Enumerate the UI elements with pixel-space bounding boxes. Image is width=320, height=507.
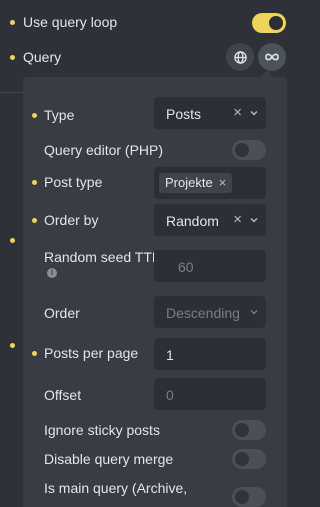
set-indicator-dot [10, 55, 15, 60]
order-select[interactable]: Descending [154, 296, 266, 328]
offset-placeholder: 0 [166, 387, 174, 403]
set-indicator-dot [32, 351, 37, 356]
disable-merge-label: Disable query merge [44, 451, 174, 467]
divider [0, 92, 23, 93]
is-main-query-toggle[interactable] [232, 487, 266, 507]
is-main-query-label: Is main query (Archive, [44, 480, 188, 496]
query-label: Query [23, 49, 62, 65]
random-seed-label: Random seed TTL [44, 249, 160, 265]
posts-per-page-value: 1 [166, 347, 174, 363]
type-select[interactable]: Posts × [154, 97, 266, 129]
ignore-sticky-label: Ignore sticky posts [44, 422, 160, 438]
globe-button[interactable] [226, 43, 254, 71]
type-value: Posts [166, 106, 202, 122]
offset-label: Offset [44, 387, 82, 403]
globe-icon [233, 50, 247, 64]
order-by-value: Random [166, 213, 219, 229]
query-settings-button[interactable] [258, 43, 286, 71]
disable-merge-toggle[interactable] [232, 449, 266, 469]
set-indicator-dot [10, 238, 15, 243]
infinity-icon [265, 53, 279, 61]
set-indicator-dot [32, 218, 37, 223]
order-by-select[interactable]: Random × [154, 204, 266, 236]
clear-icon[interactable]: × [233, 104, 242, 121]
ignore-sticky-toggle[interactable] [232, 420, 266, 440]
toggle-knob [269, 16, 283, 30]
set-indicator-dot [10, 20, 15, 25]
post-type-select[interactable]: Projekte × [154, 167, 266, 199]
info-icon[interactable]: i [47, 268, 57, 278]
use-query-loop-label: Use query loop [23, 14, 118, 30]
clear-icon[interactable]: × [233, 211, 242, 228]
query-editor-label: Query editor (PHP) [44, 142, 164, 158]
query-editor-toggle[interactable] [232, 140, 266, 160]
post-type-tag-label: Projekte [165, 175, 213, 190]
order-by-label: Order by [44, 212, 99, 228]
random-seed-input[interactable]: 60 [154, 250, 266, 282]
use-query-loop-toggle[interactable] [252, 13, 286, 33]
remove-tag-icon[interactable]: × [219, 175, 227, 190]
toggle-knob [235, 452, 249, 466]
set-indicator-dot [10, 343, 15, 348]
chevron-down-icon [250, 111, 258, 116]
posts-per-page-input[interactable]: 1 [154, 338, 266, 370]
posts-per-page-label: Posts per page [44, 345, 139, 361]
random-seed-placeholder: 60 [178, 259, 194, 275]
order-value: Descending [166, 305, 240, 321]
toggle-knob [235, 423, 249, 437]
popup-arrow [260, 70, 274, 77]
type-label: Type [44, 107, 75, 123]
order-label: Order [44, 305, 80, 321]
chevron-down-icon [250, 218, 258, 223]
query-settings-popup: Type Posts × Query editor (PHP) Post typ… [23, 70, 287, 507]
toggle-knob [235, 490, 249, 504]
set-indicator-dot [32, 113, 37, 118]
post-type-label: Post type [44, 174, 103, 190]
post-type-tag: Projekte × [159, 173, 233, 193]
set-indicator-dot [32, 180, 37, 185]
chevron-down-icon [250, 310, 258, 315]
offset-input[interactable]: 0 [154, 378, 266, 410]
toggle-knob [235, 143, 249, 157]
